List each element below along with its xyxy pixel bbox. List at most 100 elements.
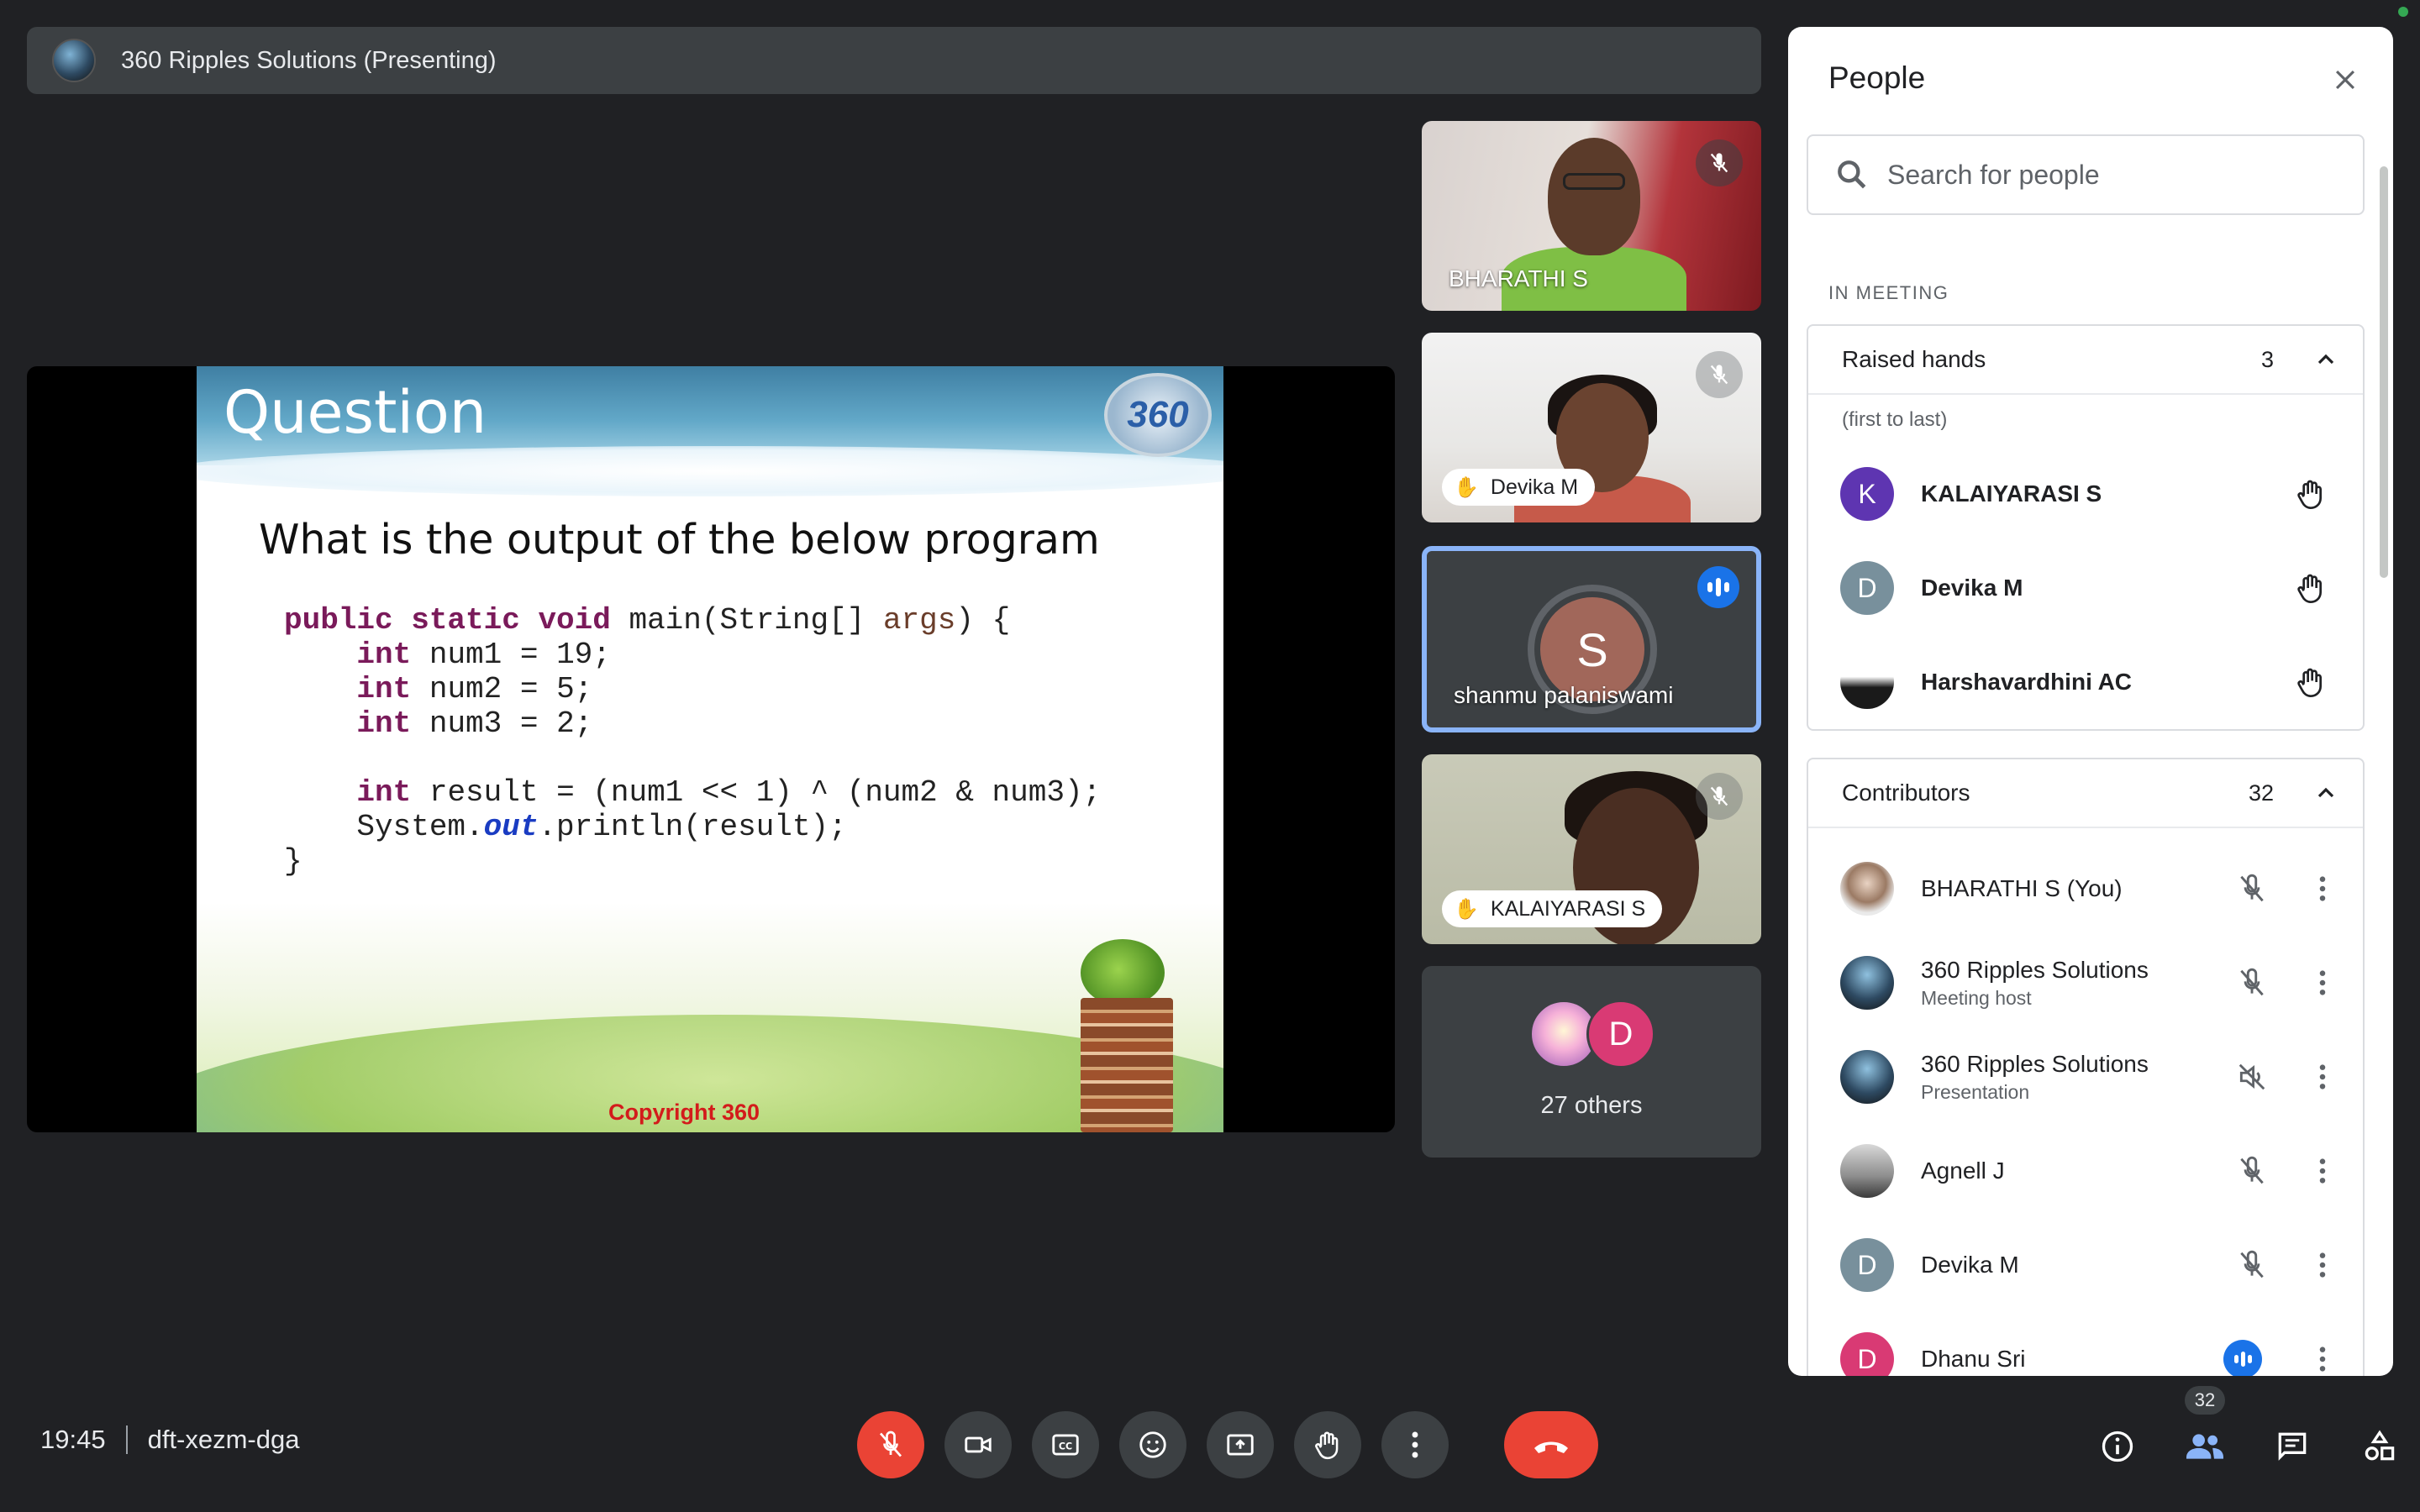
meeting-info-divider bbox=[125, 1425, 128, 1454]
raised-hand-row[interactable]: Harshavardhini AC bbox=[1807, 635, 2365, 729]
slide-title: Question bbox=[224, 378, 487, 447]
meeting-details-button[interactable] bbox=[2094, 1423, 2141, 1470]
people-panel: People IN MEETING Raised hands 3 (first … bbox=[1788, 27, 2393, 1376]
more-options-icon[interactable] bbox=[2306, 1245, 2339, 1285]
video-tile-shanmu[interactable]: S shanmu palaniswami bbox=[1422, 546, 1761, 732]
code-line: public static void main(String[] args) { bbox=[284, 603, 1011, 638]
people-search-box[interactable] bbox=[1807, 134, 2365, 215]
avatar: D bbox=[1840, 561, 1894, 615]
more-options-icon[interactable] bbox=[2306, 869, 2339, 909]
lower-hand-icon[interactable] bbox=[2291, 474, 2331, 514]
raised-hand-icon: ✋ bbox=[1454, 897, 1479, 921]
mic-off-icon bbox=[2232, 869, 2272, 909]
contributors-header[interactable]: Contributors 32 bbox=[1808, 759, 2363, 828]
slide-copyright: Copyright 360 bbox=[608, 1100, 760, 1125]
microphone-toggle-button[interactable] bbox=[857, 1411, 924, 1478]
more-options-icon[interactable] bbox=[2306, 963, 2339, 1003]
tile-name-pill: ✋ Devika M bbox=[1442, 469, 1596, 506]
code-line: int num1 = 19; bbox=[356, 638, 611, 672]
slide-logo: 360 bbox=[1104, 373, 1212, 457]
search-icon bbox=[1838, 160, 1866, 189]
contributor-row[interactable]: 360 Ripples Solutions Meeting host bbox=[1807, 936, 2365, 1030]
emoji-reactions-button[interactable] bbox=[1119, 1411, 1186, 1478]
video-tile-kalaiyarasi[interactable]: ✋ KALAIYARASI S bbox=[1422, 754, 1761, 944]
raised-hands-count: 3 bbox=[2260, 346, 2274, 372]
lower-hand-icon[interactable] bbox=[2291, 662, 2331, 702]
raised-hand-row[interactable]: K KALAIYARASI S bbox=[1807, 447, 2365, 541]
slide-question: What is the output of the below program bbox=[259, 516, 1100, 564]
code-line: System.out.println(result); bbox=[284, 810, 847, 844]
people-button[interactable]: 32 bbox=[2181, 1386, 2228, 1470]
speaking-indicator-icon bbox=[2223, 1340, 2262, 1376]
more-options-icon[interactable] bbox=[2306, 1057, 2339, 1097]
volume-off-icon bbox=[2232, 1057, 2272, 1097]
chevron-up-icon[interactable] bbox=[2312, 780, 2339, 806]
activities-button[interactable] bbox=[2356, 1423, 2403, 1470]
participant-count-badge: 32 bbox=[2184, 1386, 2226, 1415]
video-tile-bharathi[interactable]: BHARATHI S bbox=[1422, 121, 1761, 311]
status-indicator-dot bbox=[2398, 7, 2408, 17]
avatar bbox=[1840, 655, 1894, 709]
tile-participant-name: shanmu palaniswami bbox=[1454, 682, 1674, 708]
participant-name: Harshavardhini AC bbox=[1921, 669, 2133, 695]
panel-scrollbar[interactable] bbox=[2380, 166, 2388, 578]
search-input[interactable] bbox=[1887, 159, 2358, 191]
slide-books-graphic bbox=[1081, 998, 1173, 1132]
more-options-button[interactable] bbox=[1381, 1411, 1449, 1478]
call-controls: CC bbox=[857, 1411, 1618, 1478]
contributor-row[interactable]: D Devika M bbox=[1807, 1218, 2365, 1312]
captions-button[interactable]: CC bbox=[1032, 1411, 1099, 1478]
contributor-row[interactable]: BHARATHI S (You) bbox=[1807, 842, 2365, 936]
avatar: D bbox=[1840, 1332, 1894, 1376]
more-options-icon[interactable] bbox=[2306, 1151, 2339, 1191]
avatar: D bbox=[1586, 1000, 1655, 1068]
present-screen-button[interactable] bbox=[1207, 1411, 1274, 1478]
participant-name: BHARATHI S (You) bbox=[1921, 875, 2123, 901]
participant-name: Dhanu Sri bbox=[1921, 1346, 2026, 1372]
video-tile-devika[interactable]: ✋ Devika M bbox=[1422, 333, 1761, 522]
close-icon[interactable] bbox=[2326, 60, 2365, 99]
participant-name: Agnell J bbox=[1921, 1158, 2005, 1184]
code-line: } bbox=[284, 844, 302, 879]
tile-name-pill: ✋ KALAIYARASI S bbox=[1442, 890, 1663, 927]
more-options-icon[interactable] bbox=[2306, 1339, 2339, 1376]
avatar bbox=[1840, 1050, 1894, 1104]
tile-participant-name: Devika M bbox=[1490, 475, 1579, 499]
section-label-in-meeting: IN MEETING bbox=[1828, 282, 1949, 303]
others-avatar-stack: D bbox=[1529, 1000, 1655, 1068]
code-line: int num3 = 2; bbox=[356, 706, 593, 741]
video-tile-others[interactable]: D 27 others bbox=[1422, 966, 1761, 1158]
slide-tree-graphic bbox=[1081, 939, 1165, 1006]
presenter-label: 360 Ripples Solutions (Presenting) bbox=[121, 46, 497, 74]
code-line: int result = (num1 << 1) ^ (num2 & num3)… bbox=[356, 775, 1102, 810]
presentation-stage[interactable]: Question 360 What is the output of the b… bbox=[27, 366, 1395, 1132]
avatar bbox=[1840, 1144, 1894, 1198]
avatar: K bbox=[1840, 467, 1894, 521]
mic-off-icon bbox=[1696, 773, 1743, 820]
meeting-info: 19:45 dft-xezm-dga bbox=[40, 1425, 299, 1455]
camera-toggle-button[interactable] bbox=[944, 1411, 1012, 1478]
lower-hand-icon[interactable] bbox=[2291, 568, 2331, 608]
contributor-row[interactable]: Agnell J bbox=[1807, 1124, 2365, 1218]
leave-call-button[interactable] bbox=[1504, 1411, 1598, 1478]
participant-role: Meeting host bbox=[1921, 986, 2032, 1009]
raised-hand-row[interactable]: D Devika M bbox=[1807, 541, 2365, 635]
side-controls: 32 bbox=[2094, 1386, 2403, 1470]
contributor-row[interactable]: D Dhanu Sri bbox=[1807, 1312, 2365, 1376]
presenter-bar[interactable]: 360 Ripples Solutions (Presenting) bbox=[27, 27, 1761, 94]
tile-participant-name: KALAIYARASI S bbox=[1490, 896, 1646, 921]
raised-hands-header[interactable]: Raised hands 3 bbox=[1808, 326, 2363, 395]
participant-name: 360 Ripples Solutions bbox=[1921, 956, 2149, 983]
participant-name: Devika M bbox=[1921, 575, 2023, 601]
svg-text:CC: CC bbox=[1059, 1441, 1072, 1452]
contributor-row[interactable]: 360 Ripples Solutions Presentation bbox=[1807, 1030, 2365, 1124]
participant-role: Presentation bbox=[1921, 1080, 2030, 1103]
participant-name: Devika M bbox=[1921, 1252, 2019, 1278]
meeting-time: 19:45 bbox=[40, 1425, 106, 1454]
mic-off-icon bbox=[1696, 351, 1743, 398]
contributors-count: 32 bbox=[2248, 780, 2274, 806]
raise-hand-button[interactable] bbox=[1294, 1411, 1361, 1478]
mic-off-icon bbox=[2232, 1245, 2272, 1285]
chat-button[interactable] bbox=[2269, 1423, 2316, 1470]
chevron-up-icon[interactable] bbox=[2312, 346, 2339, 373]
